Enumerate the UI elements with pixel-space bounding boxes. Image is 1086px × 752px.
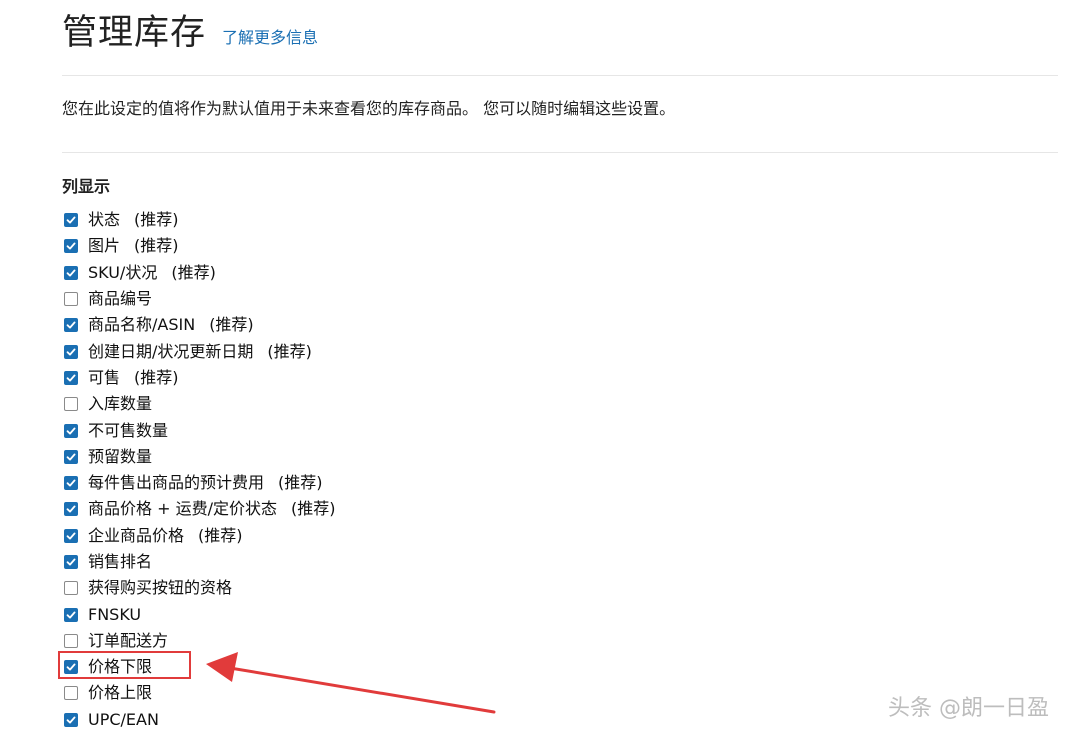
arrow-annotation — [206, 652, 496, 714]
watermark-text: 头条 @朗一日盈 — [888, 696, 1049, 721]
